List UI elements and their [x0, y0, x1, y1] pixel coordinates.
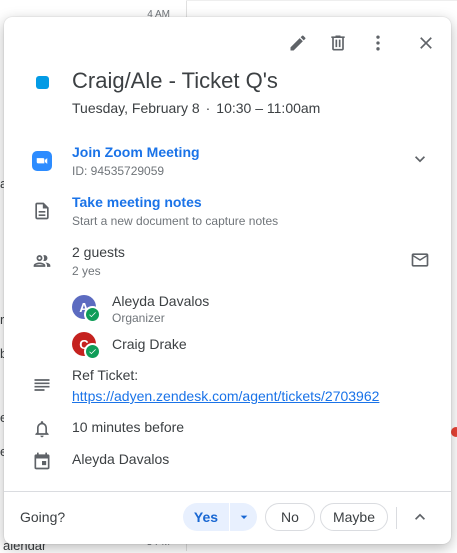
rsvp-yes-button[interactable]: Yes	[183, 509, 229, 525]
current-time-dot	[451, 427, 457, 437]
document-icon	[35, 202, 49, 220]
edit-icon	[290, 35, 306, 51]
delete-button[interactable]	[324, 29, 352, 57]
more-vert-icon	[376, 35, 380, 51]
event-details-card: Craig/Ale - Ticket Q's Tuesday, February…	[4, 17, 451, 544]
people-icon	[33, 255, 51, 267]
chevron-down-icon	[415, 156, 425, 163]
trash-icon	[331, 35, 345, 51]
guest-name: Aleyda Davalos	[112, 293, 210, 309]
ticket-link[interactable]: https://adyen.zendesk.com/agent/tickets/…	[72, 388, 379, 404]
guest-role: Organizer	[112, 311, 165, 325]
description-lines-icon	[34, 379, 50, 391]
event-date: Tuesday, February 8	[72, 100, 200, 116]
guest-count: 2 guests	[72, 244, 125, 260]
going-label: Going?	[20, 509, 66, 525]
zoom-meeting-id: ID: 94535729059	[72, 164, 165, 178]
close-icon	[420, 37, 432, 49]
notes-row: Take meeting notes Start a new document …	[4, 194, 451, 234]
chevron-up-icon	[415, 513, 425, 520]
zoom-expand-button[interactable]	[408, 147, 432, 171]
event-color-swatch	[36, 76, 49, 89]
accepted-check-icon	[84, 343, 101, 360]
rsvp-options-button[interactable]	[230, 509, 257, 525]
reminder-row: 10 minutes before	[4, 419, 451, 443]
rsvp-no-button[interactable]: No	[265, 503, 315, 531]
mail-icon	[411, 253, 429, 267]
event-datetime: Tuesday, February 8 · 10:30 – 11:00am	[72, 100, 320, 116]
email-guests-button[interactable]	[408, 248, 432, 272]
datetime-separator: ·	[205, 100, 211, 116]
zoom-row: Join Zoom Meeting ID: 94535729059	[4, 144, 451, 184]
reminder-text: 10 minutes before	[72, 419, 185, 435]
close-button[interactable]	[412, 29, 440, 57]
take-notes-link[interactable]: Take meeting notes	[72, 194, 278, 210]
notes-description: Start a new document to capture notes	[72, 214, 279, 228]
calendar-owner: Aleyda Davalos	[72, 451, 170, 467]
bell-icon	[35, 421, 49, 438]
edit-button[interactable]	[284, 29, 312, 57]
caret-down-icon	[240, 515, 247, 519]
calendar-row: Aleyda Davalos	[4, 451, 451, 475]
zoom-icon	[32, 151, 52, 171]
guest-name: Craig Drake	[112, 336, 187, 352]
guests-row: 2 guests 2 yes	[4, 244, 451, 284]
event-title: Craig/Ale - Ticket Q's	[72, 68, 278, 93]
more-options-button[interactable]	[364, 29, 392, 57]
event-time: 10:30 – 11:00am	[216, 100, 321, 116]
zoom-logo	[30, 149, 54, 173]
guest-summary: 2 yes	[72, 264, 101, 278]
avatar: C	[72, 332, 101, 360]
grid-line	[186, 0, 457, 1]
footer-divider	[396, 507, 397, 529]
rsvp-footer: Going? Yes No Maybe	[4, 491, 451, 544]
accepted-check-icon	[84, 306, 101, 323]
avatar: A	[72, 295, 101, 323]
collapse-button[interactable]	[408, 505, 432, 529]
rsvp-maybe-button[interactable]: Maybe	[320, 503, 388, 531]
join-zoom-link[interactable]: Join Zoom Meeting	[72, 144, 200, 160]
calendar-icon	[34, 452, 50, 470]
description-row: Ref Ticket: https://adyen.zendesk.com/ag…	[4, 367, 451, 407]
description-label: Ref Ticket:	[72, 367, 139, 383]
rsvp-yes-group: Yes	[183, 503, 257, 531]
